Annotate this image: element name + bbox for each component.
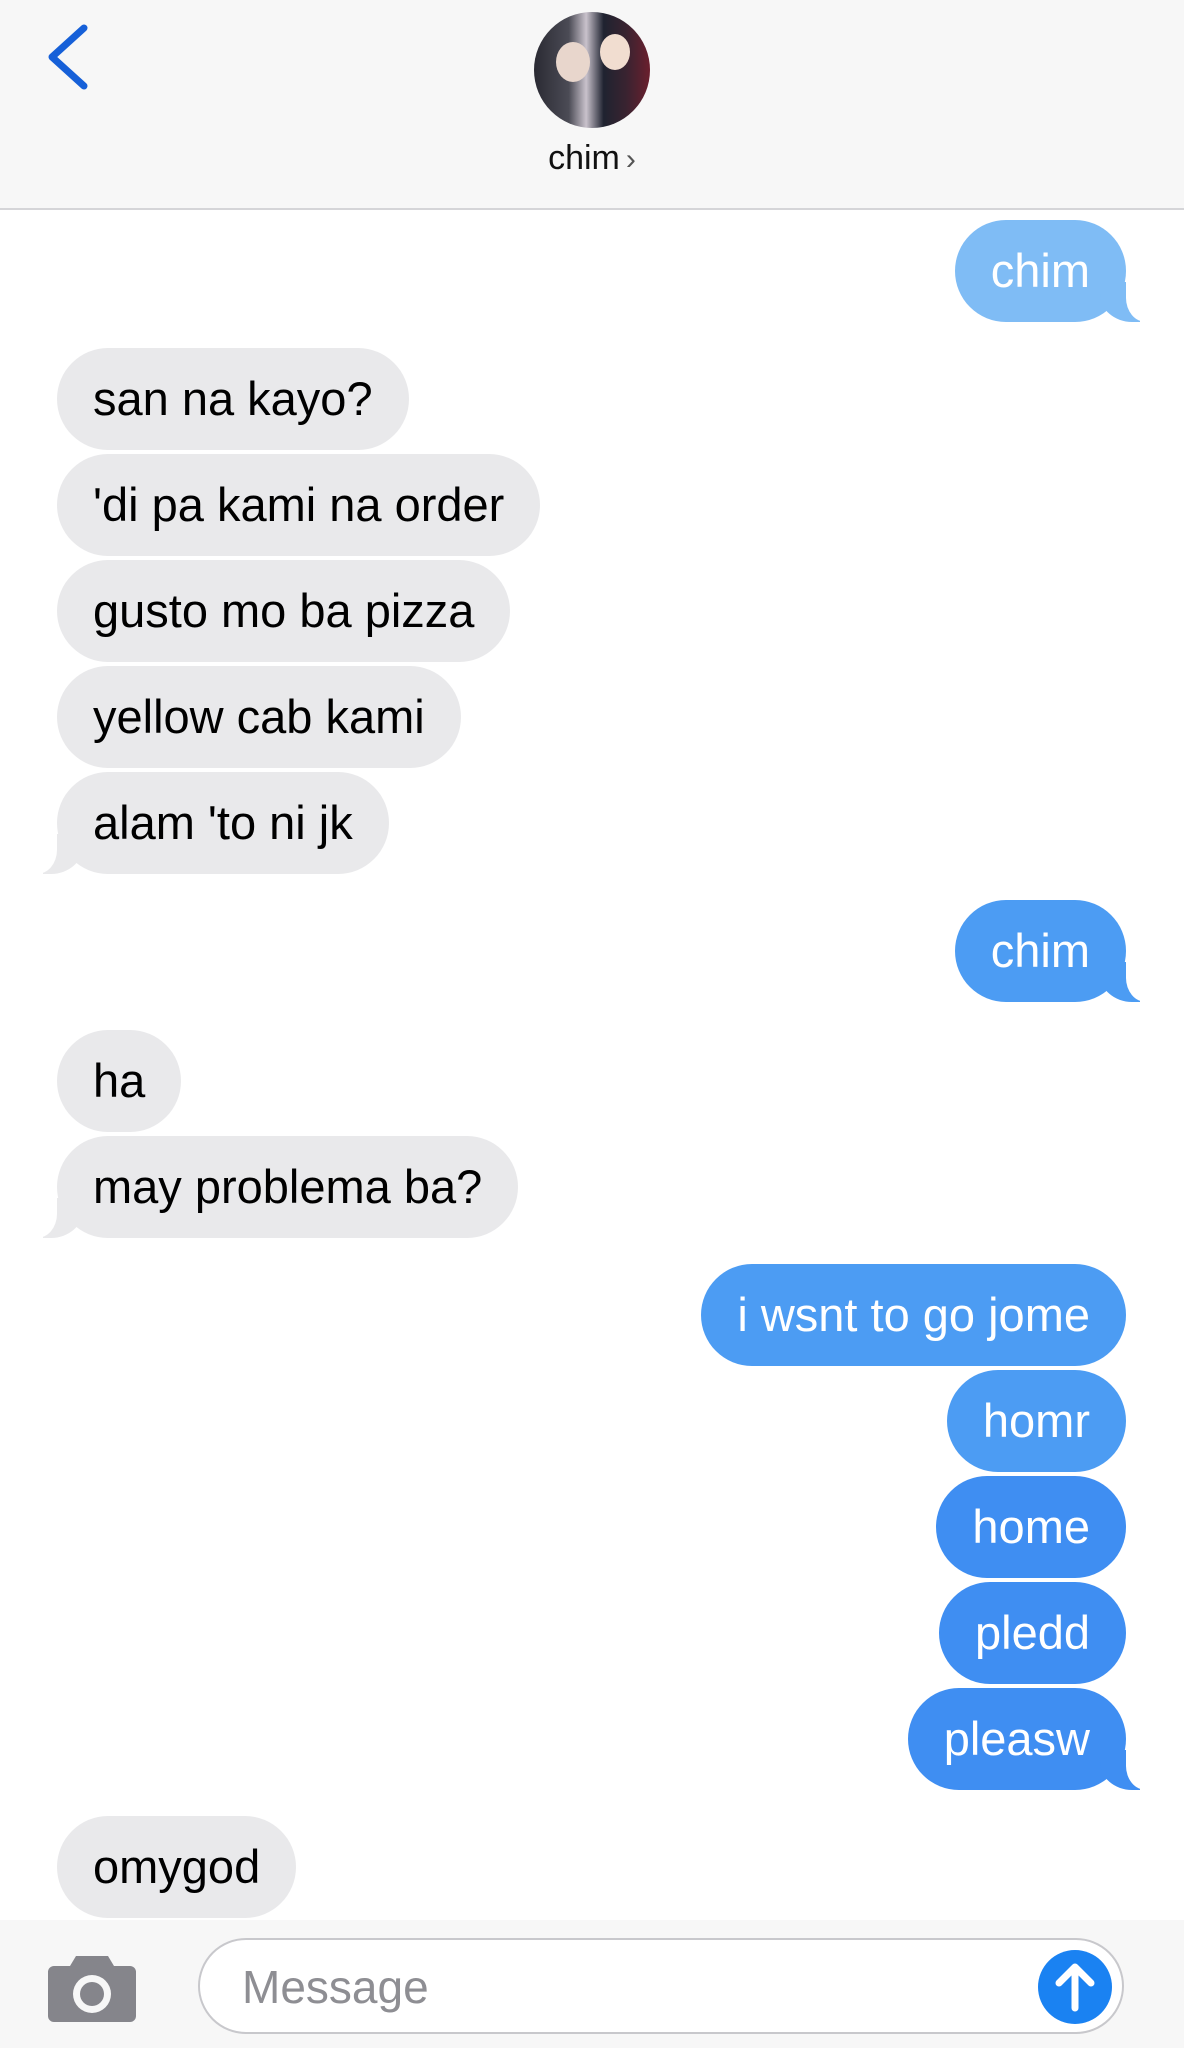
back-button[interactable]: [40, 22, 100, 92]
contact-name: chim: [548, 139, 620, 177]
contact-name-button[interactable]: chim ›: [0, 138, 1184, 180]
incoming-message[interactable]: 'di pa kami na order: [57, 454, 541, 556]
outgoing-message[interactable]: chim: [954, 220, 1153, 322]
outgoing-message[interactable]: chim: [954, 900, 1153, 1002]
chevron-left-icon: [48, 24, 88, 90]
camera-button[interactable]: [46, 1952, 138, 2024]
outgoing-message[interactable]: pleasw: [907, 1688, 1153, 1790]
message-thread: chim san na kayo? 'di pa kami na order g…: [0, 210, 1184, 1920]
incoming-message[interactable]: yellow cab kami: [57, 666, 461, 768]
conversation-header: chim ›: [0, 0, 1184, 210]
incoming-message[interactable]: omygod: [57, 1816, 297, 1918]
incoming-message[interactable]: alam 'to ni jk: [31, 772, 389, 874]
outgoing-message[interactable]: pledd: [939, 1582, 1126, 1684]
incoming-message[interactable]: ha: [57, 1030, 182, 1132]
avatar-photo-person: [556, 42, 590, 82]
chevron-right-icon: ›: [625, 143, 636, 176]
outgoing-message[interactable]: i wsnt to go jome: [701, 1264, 1126, 1366]
incoming-message[interactable]: may problema ba?: [30, 1136, 519, 1238]
avatar-photo-person: [600, 34, 630, 70]
message-input[interactable]: [240, 1940, 1004, 2034]
incoming-message[interactable]: san na kayo?: [57, 348, 409, 450]
send-button[interactable]: [1038, 1950, 1112, 2024]
message-composer: [0, 1920, 1184, 2048]
outgoing-message[interactable]: homr: [946, 1370, 1126, 1472]
contact-avatar[interactable]: [534, 12, 650, 128]
arrow-up-icon: [1055, 1963, 1095, 2012]
incoming-message[interactable]: gusto mo ba pizza: [57, 560, 511, 662]
outgoing-message[interactable]: home: [936, 1476, 1126, 1578]
message-field[interactable]: [198, 1938, 1124, 2034]
camera-icon: [48, 1956, 136, 2022]
